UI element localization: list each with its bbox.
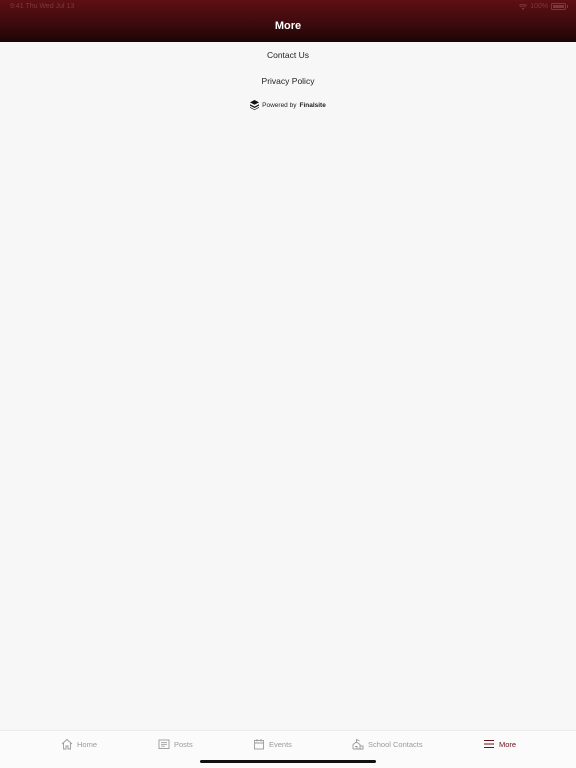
tab-more-label: More <box>499 739 517 749</box>
tab-events-label: Events <box>269 739 292 749</box>
tab-school-contacts-label: School Contacts <box>368 739 423 749</box>
menu-item-privacy-policy[interactable]: Privacy Policy <box>0 68 576 94</box>
finalsite-brand: Finalsite <box>299 101 326 109</box>
battery-percent: 100% <box>530 3 548 10</box>
more-menu-list: Contact Us Privacy Policy Powered by Fin… <box>0 42 576 110</box>
page-title: More <box>274 20 302 32</box>
home-icon <box>61 738 73 750</box>
tab-more[interactable]: More <box>483 738 516 750</box>
calendar-icon <box>254 739 264 750</box>
battery-icon <box>551 3 568 10</box>
tab-home[interactable]: Home <box>61 738 97 750</box>
menu-item-contact-us[interactable]: Contact Us <box>0 42 576 68</box>
navigation-header: 9:41 Thu Wed Jul 13 100% More <box>0 0 576 42</box>
finalsite-logo-icon <box>250 100 260 110</box>
home-indicator[interactable] <box>200 760 376 763</box>
school-icon <box>352 738 364 750</box>
status-indicators: 100% <box>519 3 568 10</box>
bottom-tab-bar: Home Posts Events School Contacts More <box>0 730 576 768</box>
tab-home-label: Home <box>77 739 98 749</box>
tab-events[interactable]: Events <box>253 738 292 750</box>
tab-posts[interactable]: Posts <box>158 738 193 750</box>
tab-posts-label: Posts <box>174 739 193 749</box>
status-bar: 9:41 Thu Wed Jul 13 100% <box>0 0 576 14</box>
powered-by-label: Powered by <box>262 101 297 109</box>
status-time: 9:41 Thu Wed Jul 13 <box>10 3 75 10</box>
menu-icon <box>484 740 494 748</box>
wifi-icon <box>519 3 528 10</box>
posts-icon <box>158 739 170 749</box>
tab-school-contacts[interactable]: School Contacts <box>352 738 423 750</box>
powered-by-finalsite[interactable]: Powered by Finalsite <box>0 100 576 110</box>
